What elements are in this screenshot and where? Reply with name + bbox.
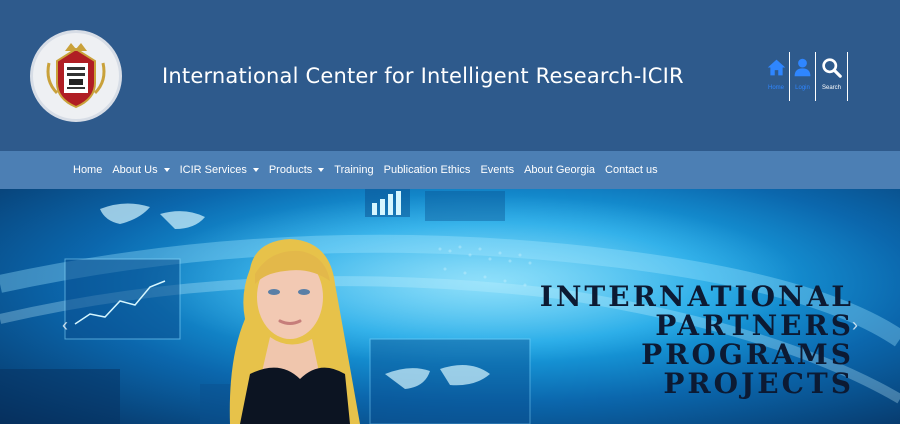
site-title: International Center for Intelligent Res… <box>162 64 684 88</box>
search-label: Search <box>821 85 841 91</box>
nav-item-contact-us[interactable]: Contact us <box>600 164 663 176</box>
nav-item-about-georgia[interactable]: About Georgia <box>519 164 600 176</box>
home-link[interactable]: Home <box>763 52 789 101</box>
home-label: Home <box>767 85 784 91</box>
login-icon <box>794 58 811 77</box>
crest-icon <box>46 43 106 109</box>
hero-line: PROJECTS <box>663 367 854 400</box>
hero-line: INTERNATIONAL <box>539 280 854 313</box>
caret-down-icon <box>163 168 170 172</box>
nav-item-events[interactable]: Events <box>475 164 519 176</box>
nav-item-home[interactable]: Home <box>68 164 107 176</box>
search-icon <box>822 58 842 78</box>
nav-item-training[interactable]: Training <box>329 164 378 176</box>
slider-next-arrow[interactable]: › <box>852 315 858 336</box>
site-header: International Center for Intelligent Res… <box>0 0 900 151</box>
site-logo[interactable] <box>30 30 122 122</box>
slider-prev-arrow[interactable]: ‹ <box>62 315 68 336</box>
hero-slider: INTERNATIONAL PARTNERS PROGRAMS PROJECTS… <box>0 189 900 424</box>
main-nav: Home About Us ICIR Services Products Tra… <box>0 151 900 189</box>
search-link[interactable]: Search <box>815 52 848 101</box>
hero-line: PARTNERS <box>655 309 854 342</box>
login-link[interactable]: Login <box>789 52 815 101</box>
nav-item-publication-ethics[interactable]: Publication Ethics <box>379 164 476 176</box>
nav-item-products[interactable]: Products <box>264 164 329 176</box>
login-label: Login <box>795 85 810 91</box>
caret-down-icon <box>318 168 325 172</box>
hero-headline: INTERNATIONAL PARTNERS PROGRAMS PROJECTS <box>540 282 854 398</box>
nav-item-icir-services[interactable]: ICIR Services <box>175 164 264 176</box>
nav-item-about-us[interactable]: About Us <box>107 164 174 176</box>
header-icon-links: Home Login Search <box>763 52 848 101</box>
hero-line: PROGRAMS <box>641 338 854 371</box>
home-icon <box>767 59 785 76</box>
caret-down-icon <box>252 168 259 172</box>
